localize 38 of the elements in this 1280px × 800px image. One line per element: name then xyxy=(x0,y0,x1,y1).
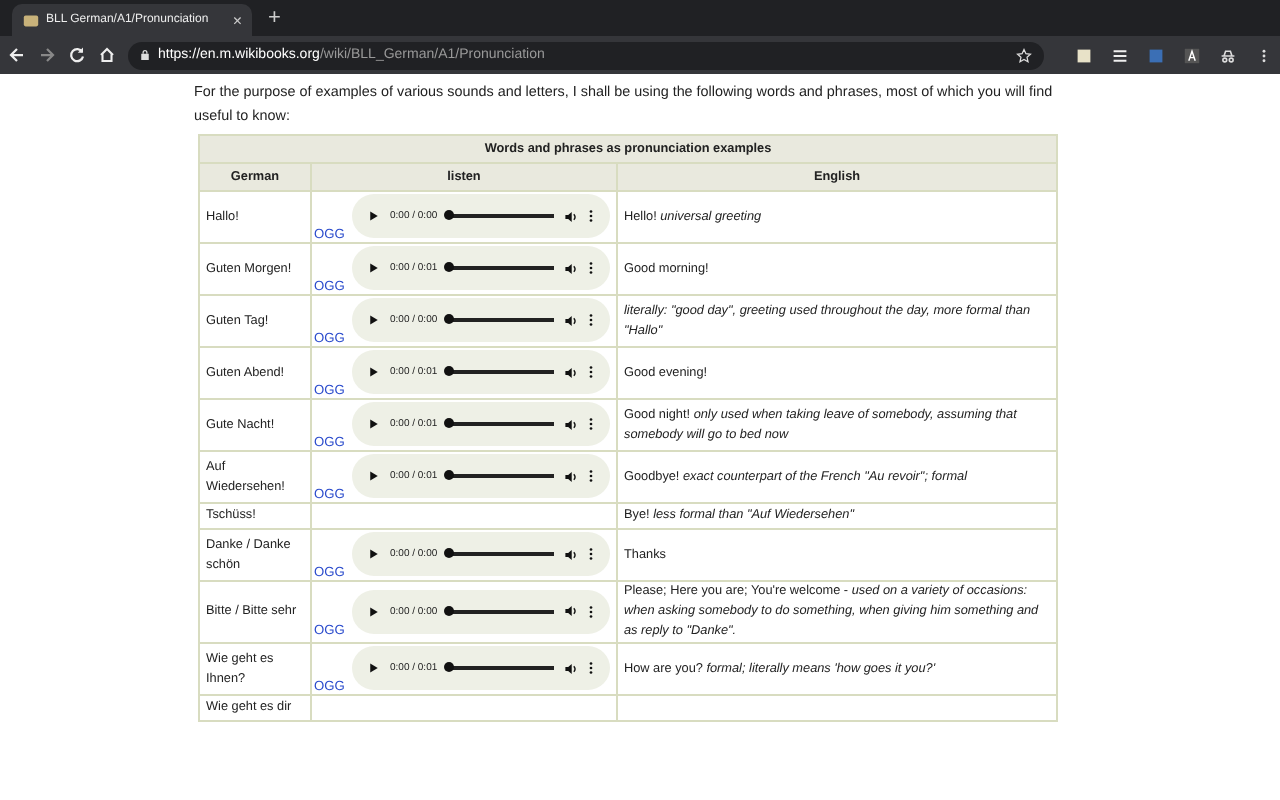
back-icon[interactable] xyxy=(8,46,26,64)
volume-icon[interactable] xyxy=(564,261,578,275)
more-options-icon[interactable] xyxy=(588,468,594,484)
more-options-icon[interactable] xyxy=(588,416,594,432)
more-options-icon[interactable] xyxy=(588,660,594,676)
volume-icon[interactable] xyxy=(564,417,578,431)
star-icon[interactable] xyxy=(1016,47,1032,63)
play-icon[interactable] xyxy=(368,366,380,378)
play-icon[interactable] xyxy=(368,314,380,326)
font-icon[interactable] xyxy=(1184,47,1200,63)
more-options-icon[interactable] xyxy=(588,208,594,224)
close-tab-button[interactable]: × xyxy=(232,11,242,29)
play-icon[interactable] xyxy=(368,418,380,430)
play-icon[interactable] xyxy=(368,662,380,674)
lock-icon xyxy=(140,48,150,62)
play-icon[interactable] xyxy=(368,548,380,560)
more-options-icon[interactable] xyxy=(588,312,594,328)
more-options-icon[interactable] xyxy=(588,260,594,276)
home-icon[interactable] xyxy=(98,46,116,64)
volume-icon[interactable] xyxy=(564,365,578,379)
list-icon[interactable] xyxy=(1112,47,1128,63)
forward-icon[interactable] xyxy=(38,46,56,64)
volume-icon[interactable] xyxy=(564,209,578,223)
more-options-icon[interactable] xyxy=(588,546,594,562)
volume-icon[interactable] xyxy=(564,661,578,675)
volume-icon[interactable] xyxy=(564,469,578,483)
new-tab-button[interactable]: + xyxy=(268,4,281,32)
incognito-icon[interactable] xyxy=(1220,47,1236,63)
play-icon[interactable] xyxy=(368,262,380,274)
volume-icon[interactable] xyxy=(564,547,578,561)
play-icon[interactable] xyxy=(368,470,380,482)
reload-icon[interactable] xyxy=(68,46,86,64)
volume-icon[interactable] xyxy=(564,313,578,327)
more-options-icon[interactable] xyxy=(588,364,594,380)
volume-icon[interactable] xyxy=(564,604,578,618)
more-options-icon[interactable] xyxy=(588,603,594,619)
play-icon[interactable] xyxy=(368,605,380,617)
play-icon[interactable] xyxy=(368,210,380,222)
